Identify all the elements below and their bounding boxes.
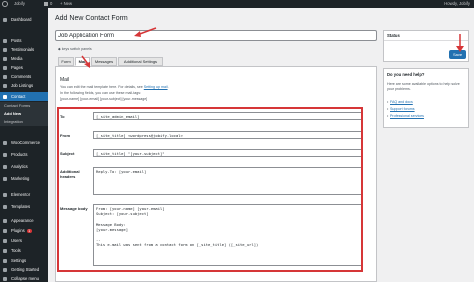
brush-icon <box>3 218 7 223</box>
professional-services-link[interactable]: Professional services <box>387 114 424 118</box>
submenu-add-new[interactable]: Add New <box>0 110 48 118</box>
comment-icon <box>44 1 48 6</box>
sidebar-item-job-listings[interactable]: Job Listings <box>0 81 48 90</box>
mail-heading: Mail <box>60 77 70 83</box>
mail-hint-2: In the following fields, you can use the… <box>60 91 142 95</box>
elementor-icon <box>3 192 7 197</box>
sidebar-item-plugins[interactable]: Plugins 1 <box>0 226 48 235</box>
form-title-input[interactable] <box>55 30 377 41</box>
page-icon <box>3 65 7 70</box>
annotation-arrow-icon <box>134 27 157 37</box>
sidebar-item-testimonials[interactable]: Testimonials <box>0 45 48 54</box>
wrench-icon <box>3 248 7 253</box>
admin-bar-site-name[interactable]: Jobify <box>14 0 25 8</box>
help-heading: Do you need help? <box>387 72 425 77</box>
annotation-arrow-mail-tab-icon <box>81 55 90 68</box>
sidebar-item-marketing[interactable]: Marketing <box>0 174 48 183</box>
submenu-integration[interactable]: Integration <box>0 118 48 126</box>
settings-icon <box>3 258 7 263</box>
admin-bar: Jobify 0 + New Howdy, Jobify <box>0 0 474 8</box>
annotation-highlight-box <box>57 107 363 272</box>
sidebar-item-posts[interactable]: Posts <box>0 36 48 45</box>
admin-sidebar: Dashboard Posts Testimonials Media Pages… <box>0 8 48 282</box>
users-icon <box>3 238 7 243</box>
admin-bar-account[interactable]: Howdy, Jobify <box>444 0 470 8</box>
mail-icon <box>3 94 7 99</box>
plugin-icon <box>3 228 7 233</box>
comment-icon <box>3 74 7 79</box>
analytics-icon <box>3 164 7 169</box>
support-forums-link[interactable]: Support forums <box>387 107 415 111</box>
pin-icon <box>3 38 7 43</box>
sidebar-item-products[interactable]: Products <box>0 150 48 159</box>
collapse-icon <box>3 276 7 281</box>
sidebar-item-elementor[interactable]: Elementor <box>0 190 48 199</box>
setting-up-mail-link[interactable]: Setting up mail <box>144 85 168 89</box>
mail-tags: [your-name] [your-email] [your-subject] … <box>60 97 148 101</box>
sidebar-item-analytics[interactable]: Analytics <box>0 162 48 171</box>
sidebar-item-pages[interactable]: Pages <box>0 63 48 72</box>
tab-form[interactable]: Form <box>58 57 74 66</box>
sidebar-item-comments[interactable]: Comments <box>0 72 48 81</box>
admin-bar-comments[interactable]: 0 <box>44 0 52 8</box>
sidebar-collapse-menu[interactable]: Collapse menu <box>0 274 48 282</box>
quote-icon <box>3 47 7 52</box>
sidebar-item-contact[interactable]: Contact <box>0 92 48 101</box>
help-box: Do you need help? Here are some availabl… <box>383 68 469 128</box>
flag-icon <box>3 267 7 272</box>
sidebar-item-settings[interactable]: Settings <box>0 256 48 265</box>
sidebar-item-users[interactable]: Users <box>0 236 48 245</box>
sidebar-item-appearance[interactable]: Appearance <box>0 216 48 225</box>
wordpress-logo-icon[interactable] <box>2 1 8 7</box>
sidebar-item-dashboard[interactable]: Dashboard <box>0 15 48 24</box>
plugins-update-badge: 1 <box>26 228 32 234</box>
folder-icon <box>3 204 7 209</box>
woocommerce-icon <box>3 140 7 145</box>
megaphone-icon <box>3 176 7 181</box>
sidebar-item-tools[interactable]: Tools <box>0 246 48 255</box>
products-icon <box>3 152 7 157</box>
sidebar-item-getting-started[interactable]: Getting Started <box>0 265 48 274</box>
tab-additional-settings[interactable]: Additional Settings <box>118 57 163 66</box>
briefcase-icon <box>3 83 7 88</box>
keyboard-hint: ◆ keys switch panels <box>58 47 92 51</box>
page-title: Add New Contact Form <box>55 15 128 22</box>
faq-docs-link[interactable]: FAQ and docs <box>387 100 413 104</box>
sidebar-item-media[interactable]: Media <box>0 54 48 63</box>
media-icon <box>3 56 7 61</box>
status-heading: Status <box>387 33 400 38</box>
tab-messages[interactable]: Messages <box>91 57 117 66</box>
help-text: Here are some available options to help … <box>387 82 460 91</box>
sidebar-item-templates[interactable]: Templates <box>0 202 48 211</box>
submenu-contact-forms[interactable]: Contact Forms <box>0 102 48 110</box>
mail-hint-1: You can edit the mail template here. For… <box>60 85 169 89</box>
dashboard-icon <box>3 17 7 22</box>
sidebar-item-woocommerce[interactable]: WooCommerce <box>0 138 48 147</box>
admin-bar-new[interactable]: + New <box>60 0 72 8</box>
annotation-arrow-save-icon <box>456 34 464 52</box>
